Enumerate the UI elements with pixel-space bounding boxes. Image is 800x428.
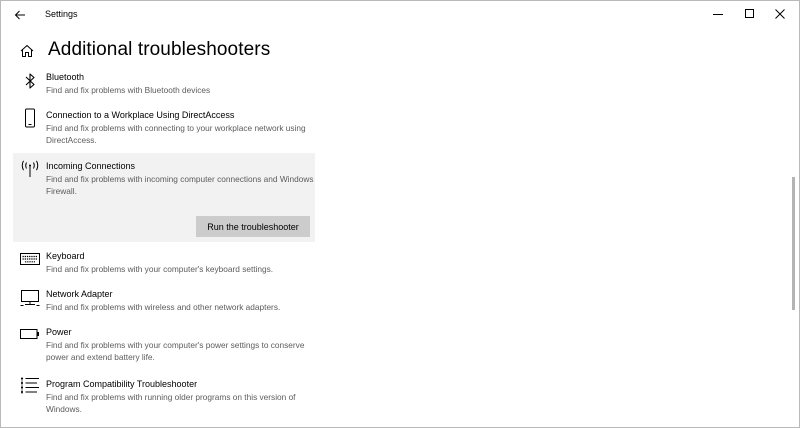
troubleshooter-description: Find and fix problems with wireless and … [46, 302, 281, 312]
minimize-button[interactable] [703, 3, 733, 25]
bluetooth-icon [19, 71, 41, 91]
troubleshooter-title: Program Compatibility Troubleshooter [46, 379, 198, 389]
settings-window: Settings Additional troubleshooters Blue… [0, 0, 800, 428]
title-bar: Settings [1, 1, 799, 29]
troubleshooter-network-adapter[interactable]: Network Adapter Find and fix problems wi… [13, 286, 315, 316]
run-troubleshooter-button[interactable]: Run the troubleshooter [196, 216, 310, 237]
troubleshooter-title: Keyboard [46, 251, 85, 261]
home-icon [20, 45, 34, 57]
troubleshooter-description: Find and fix problems with incoming comp… [46, 174, 314, 196]
maximize-icon [745, 9, 754, 18]
home-button[interactable] [19, 43, 35, 59]
back-arrow-icon [14, 10, 25, 20]
maximize-button[interactable] [735, 3, 765, 25]
troubleshooter-title: Incoming Connections [46, 161, 136, 171]
troubleshooter-program-compatibility[interactable]: Program Compatibility Troubleshooter Fin… [13, 375, 315, 417]
troubleshooter-incoming-connections[interactable]: Incoming Connections Find and fix proble… [13, 153, 315, 242]
troubleshooter-directaccess[interactable]: Connection to a Workplace Using DirectAc… [13, 107, 315, 149]
troubleshooter-bluetooth[interactable]: Bluetooth Find and fix problems with Blu… [13, 69, 315, 99]
troubleshooter-description: Find and fix problems with your computer… [46, 264, 274, 274]
app-title: Settings [45, 9, 78, 19]
antenna-icon [19, 159, 41, 179]
monitor-icon [19, 288, 41, 308]
troubleshooter-description: Find and fix problems with Bluetooth dev… [46, 85, 211, 95]
scrollbar-thumb[interactable] [792, 177, 795, 310]
battery-icon [19, 324, 41, 344]
troubleshooter-description: Find and fix problems with your computer… [46, 340, 305, 362]
troubleshooter-description: Find and fix problems with connecting to… [46, 123, 306, 145]
close-icon [775, 9, 785, 19]
troubleshooter-power[interactable]: Power Find and fix problems with your co… [13, 324, 315, 366]
troubleshooter-title: Power [46, 327, 72, 337]
troubleshooter-title: Connection to a Workplace Using DirectAc… [46, 110, 235, 120]
page-title: Additional troubleshooters [48, 39, 271, 60]
close-button[interactable] [765, 3, 795, 25]
troubleshooter-title: Network Adapter [46, 289, 113, 299]
troubleshooter-title: Bluetooth [46, 72, 85, 82]
troubleshooter-keyboard[interactable]: Keyboard Find and fix problems with your… [13, 248, 315, 278]
back-button[interactable] [9, 5, 31, 25]
minimize-icon [713, 14, 723, 15]
keyboard-icon [19, 249, 41, 269]
troubleshooter-description: Find and fix problems with running older… [46, 392, 296, 414]
phone-icon [19, 108, 41, 128]
list-icon [19, 376, 41, 396]
